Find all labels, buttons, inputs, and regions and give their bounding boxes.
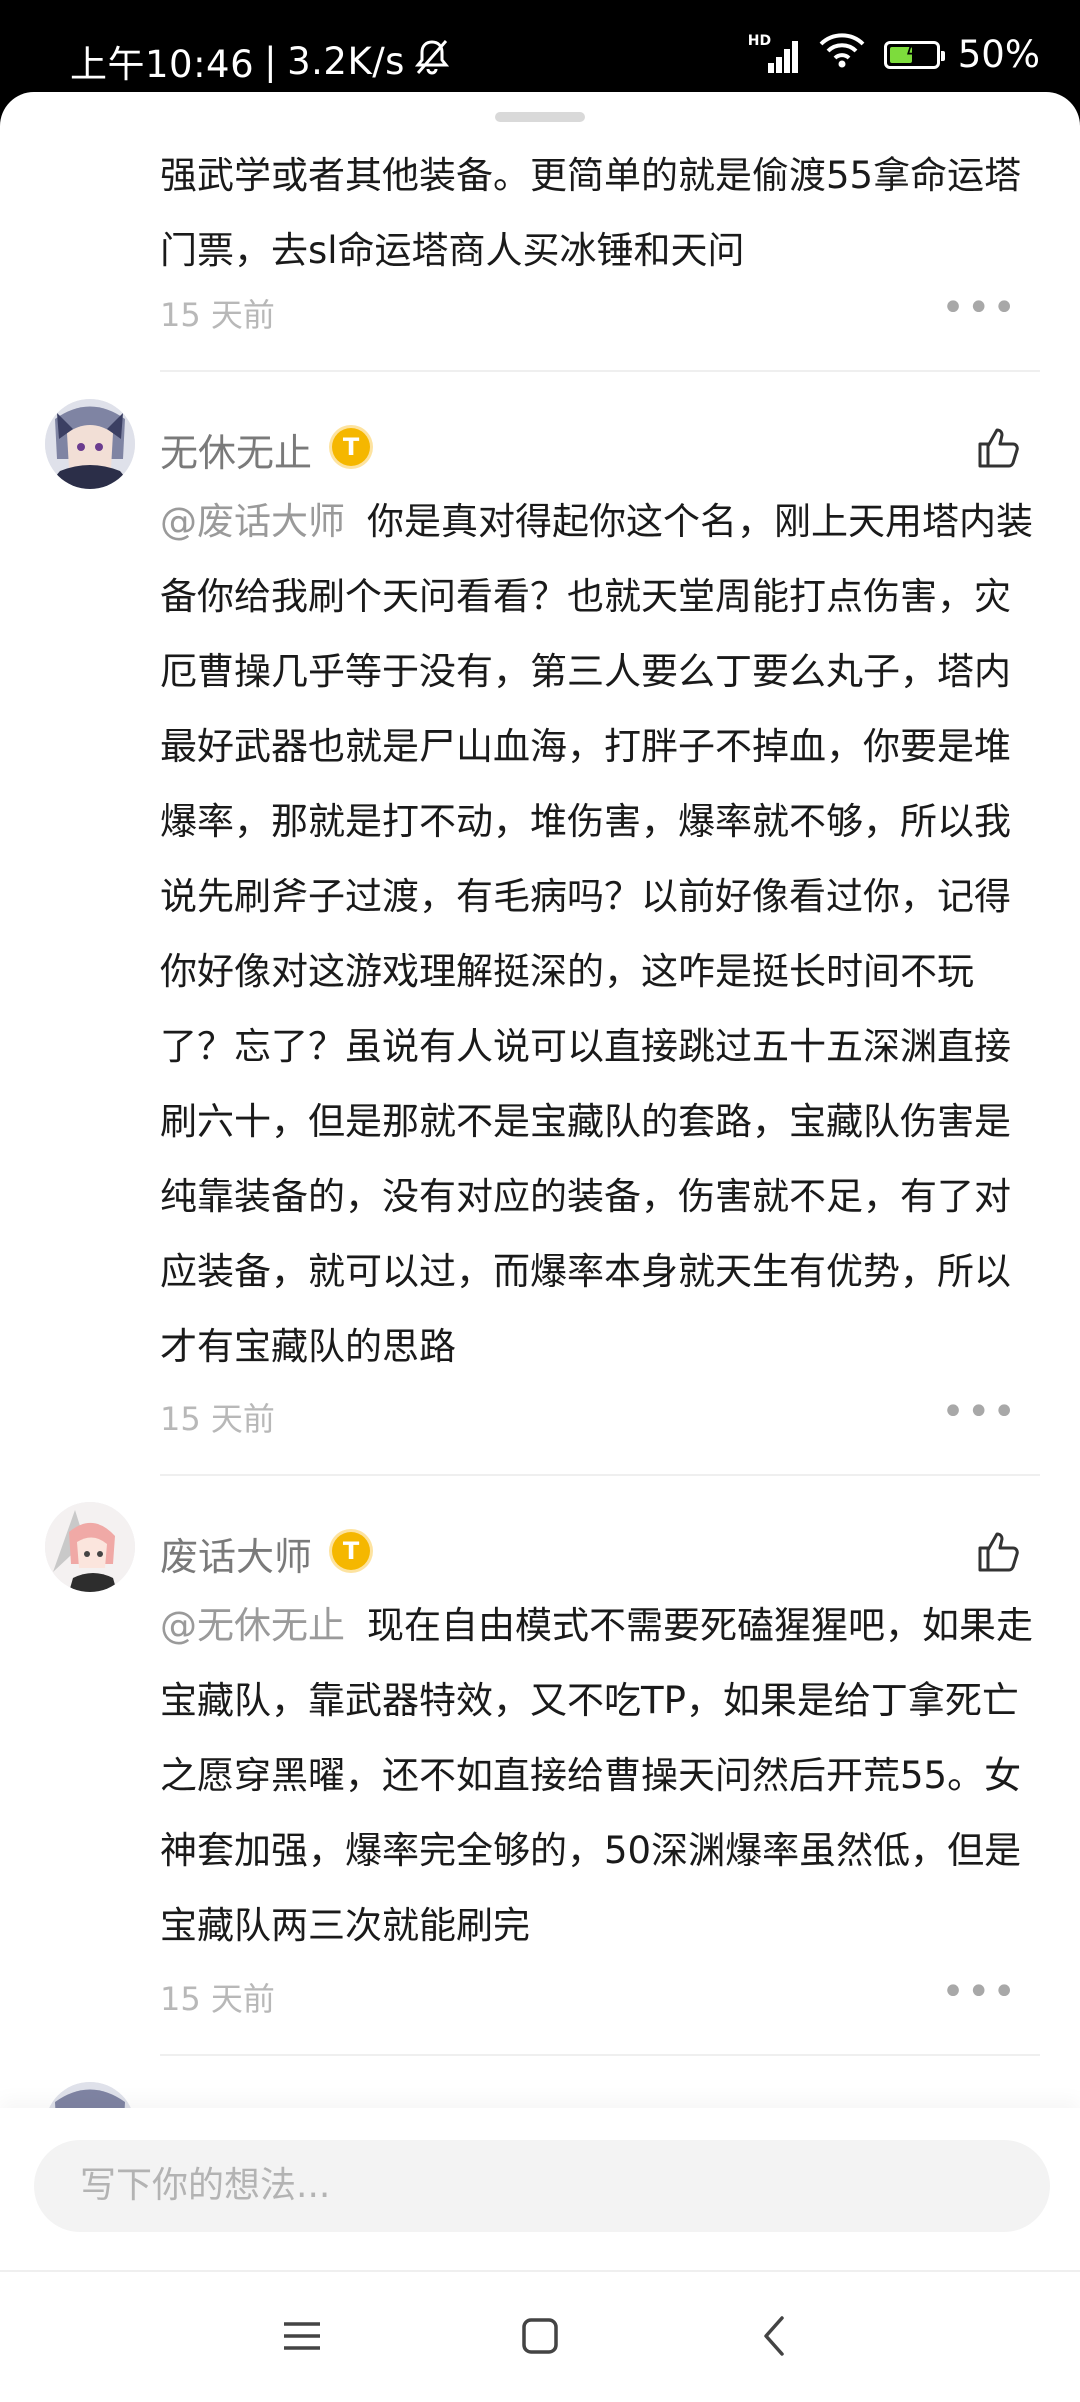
comment-composer: 写下你的想法...: [0, 2108, 1080, 2278]
comment-input[interactable]: 写下你的想法...: [34, 2140, 1050, 2232]
mention-link[interactable]: @无休无止: [160, 1604, 345, 1647]
status-time: 上午10:46: [70, 43, 255, 86]
avatar[interactable]: [45, 399, 135, 489]
thumb-up-icon[interactable]: [976, 1528, 1022, 1574]
level-badge: T: [332, 1532, 370, 1570]
signal-icon: HD: [747, 32, 800, 75]
divider: [160, 1474, 1040, 1476]
comments-sheet: 强武学或者其他装备。更简单的就是偷渡55拿命运塔门票，去sl命运塔商人买冰锤和天…: [0, 92, 1080, 2400]
battery-percent: 50%: [957, 33, 1040, 76]
level-badge: T: [332, 428, 370, 466]
divider: [160, 2054, 1040, 2056]
status-right: HD ϟ 50%: [748, 32, 1040, 77]
comment-text: 现在自由模式不需要死磕猩猩吧，如果走宝藏队，靠武器特效，又不吃TP，如果是给丁拿…: [160, 1604, 1033, 1947]
status-separator: |: [264, 39, 278, 83]
comment-body: @无休无止 现在自由模式不需要死磕猩猩吧，如果走宝藏队，靠武器特效，又不吃TP，如…: [160, 1588, 1040, 1963]
avatar[interactable]: [45, 1502, 135, 1592]
thumb-up-icon[interactable]: [976, 424, 1022, 470]
mention-link[interactable]: @废话大师: [160, 500, 345, 543]
username[interactable]: 废话大师: [160, 1526, 312, 1581]
comment-body: @废话大师 你是真对得起你这个名，刚上天用塔内装备你给我刷个天问看看？也就天堂周能…: [160, 484, 1040, 1384]
comment-text: 你是真对得起你这个名，刚上天用塔内装备你给我刷个天问看看？也就天堂周能打点伤害，…: [160, 500, 1033, 1368]
menu-icon[interactable]: [278, 2312, 326, 2360]
comment-time: 15 天前: [160, 1400, 275, 1438]
username[interactable]: 无休无止: [160, 422, 312, 477]
comment-time: 15 天前: [160, 296, 275, 334]
mute-icon: [414, 38, 450, 85]
wifi-icon: [818, 32, 866, 77]
comment-time: 15 天前: [160, 1980, 275, 2018]
system-nav-bar: [0, 2270, 1080, 2402]
status-net-speed: 3.2K/s: [287, 39, 405, 83]
divider: [160, 370, 1040, 372]
home-icon[interactable]: [516, 2312, 564, 2360]
battery-icon: ϟ: [883, 40, 945, 69]
comment-body: 强武学或者其他装备。更简单的就是偷渡55拿命运塔门票，去sl命运塔商人买冰锤和天…: [160, 154, 1022, 272]
drag-handle[interactable]: [495, 112, 585, 122]
more-icon[interactable]: •••: [941, 285, 1018, 331]
more-icon[interactable]: •••: [941, 1389, 1018, 1435]
status-left: 上午10:46 | 3.2K/s: [70, 34, 450, 88]
status-bar: 上午10:46 | 3.2K/s HD ϟ 50%: [0, 0, 1080, 90]
more-icon[interactable]: •••: [941, 1969, 1018, 2015]
signal-hd-label: HD: [747, 32, 772, 49]
back-icon[interactable]: [752, 2312, 800, 2360]
